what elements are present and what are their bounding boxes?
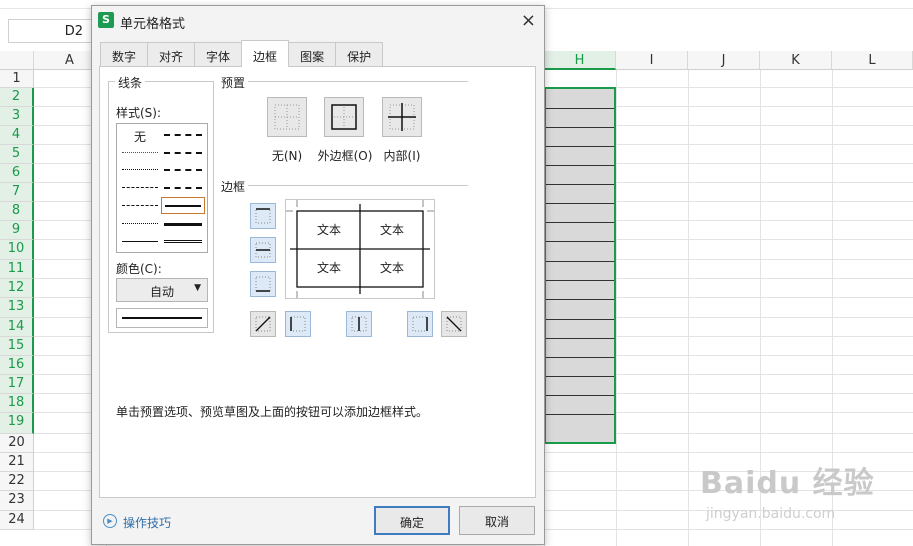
play-circle-icon[interactable]: ▶ <box>103 514 117 528</box>
preset-inside-button[interactable] <box>382 97 422 137</box>
dialog-titlebar[interactable]: S 单元格格式 × <box>92 6 544 36</box>
no-border-icon <box>274 104 300 130</box>
preview-cell-text: 文本 <box>316 223 341 237</box>
border-tab-panel: 线条 样式(S): 无 颜色(C): 自动 ▼ 预置 无(N) 外边框(O) 内… <box>99 66 536 498</box>
preset-outline-button[interactable] <box>324 97 364 137</box>
preset-none-button[interactable] <box>267 97 307 137</box>
border-bottom-icon <box>255 276 271 292</box>
line-color-preview <box>116 308 208 328</box>
style-label: 样式(S): <box>116 106 162 120</box>
preview-cell-text: 文本 <box>379 223 404 237</box>
close-icon[interactable]: × <box>521 10 536 31</box>
tab-number[interactable]: 数字 <box>100 42 149 67</box>
tab-font[interactable]: 字体 <box>194 42 243 67</box>
cell-format-dialog: S 单元格格式 × 数字 对齐 字体 边框 图案 保护 线条 样式(S): 无 <box>91 5 545 545</box>
cancel-button[interactable]: 取消 <box>459 506 535 535</box>
tab-protection[interactable]: 保护 <box>335 42 384 67</box>
line-style-item[interactable] <box>122 187 158 188</box>
tab-pattern[interactable]: 图案 <box>288 42 337 67</box>
border-preview[interactable]: 文本 文本 文本 文本 <box>285 199 435 299</box>
line-style-item[interactable] <box>164 240 202 243</box>
color-value: 自动 <box>149 285 174 299</box>
border-top-button[interactable] <box>250 203 276 229</box>
border-title: 边框 <box>221 180 246 194</box>
tab-bar: 数字 对齐 字体 边框 图案 保护 <box>100 40 384 67</box>
border-left-button[interactable] <box>285 311 311 337</box>
line-style-item[interactable] <box>122 241 158 242</box>
line-style-none[interactable]: 无 <box>134 128 146 145</box>
line-style-item[interactable] <box>164 187 202 189</box>
line-style-item[interactable] <box>122 152 158 153</box>
hint-text: 单击预置选项、预览草图及上面的按钮可以添加边框样式。 <box>116 405 429 419</box>
border-bottom-button[interactable] <box>250 271 276 297</box>
inside-border-icon <box>388 103 416 131</box>
border-inside-vertical-icon <box>351 316 367 332</box>
line-style-item-selected[interactable] <box>161 197 205 214</box>
line-style-item[interactable] <box>164 134 202 136</box>
diagonal-down-icon <box>446 316 462 332</box>
line-style-item[interactable] <box>122 169 158 170</box>
presets-title: 预置 <box>221 76 246 90</box>
preset-inside-label: 内部(I) <box>383 149 421 163</box>
line-style-item[interactable] <box>122 205 158 206</box>
border-right-icon <box>412 316 428 332</box>
diagonal-up-icon <box>255 316 271 332</box>
tab-alignment[interactable]: 对齐 <box>147 42 196 67</box>
border-middle-horizontal-button[interactable] <box>250 237 276 263</box>
border-left-icon <box>290 316 306 332</box>
line-style-item[interactable] <box>122 223 158 224</box>
preview-cell-text: 文本 <box>316 261 341 275</box>
color-label: 颜色(C): <box>116 262 162 276</box>
border-right-button[interactable] <box>407 311 433 337</box>
line-style-item[interactable] <box>164 152 202 154</box>
border-middle-vertical-button[interactable] <box>346 311 372 337</box>
border-diagonal-up-button[interactable] <box>250 311 276 337</box>
ok-button[interactable]: 确定 <box>374 506 450 535</box>
line-style-item[interactable] <box>164 223 202 226</box>
border-diagonal-down-button[interactable] <box>441 311 467 337</box>
tips-link[interactable]: 操作技巧 <box>123 514 171 531</box>
preview-cell-text: 文本 <box>379 261 404 275</box>
border-inside-horizontal-icon <box>255 242 271 258</box>
outline-border-icon <box>331 104 357 130</box>
dropdown-arrow-icon: ▼ <box>194 283 201 293</box>
line-style-list[interactable]: 无 <box>116 123 208 253</box>
border-top-icon <box>255 208 271 224</box>
line-group-title: 线条 <box>115 74 146 91</box>
app-logo-icon: S <box>98 12 114 28</box>
color-dropdown[interactable]: 自动 ▼ <box>116 278 208 302</box>
line-groupbox: 线条 样式(S): 无 颜色(C): 自动 ▼ <box>108 74 214 333</box>
line-style-item[interactable] <box>164 169 202 171</box>
tab-border[interactable]: 边框 <box>241 40 290 67</box>
dialog-title: 单元格格式 <box>120 17 186 32</box>
